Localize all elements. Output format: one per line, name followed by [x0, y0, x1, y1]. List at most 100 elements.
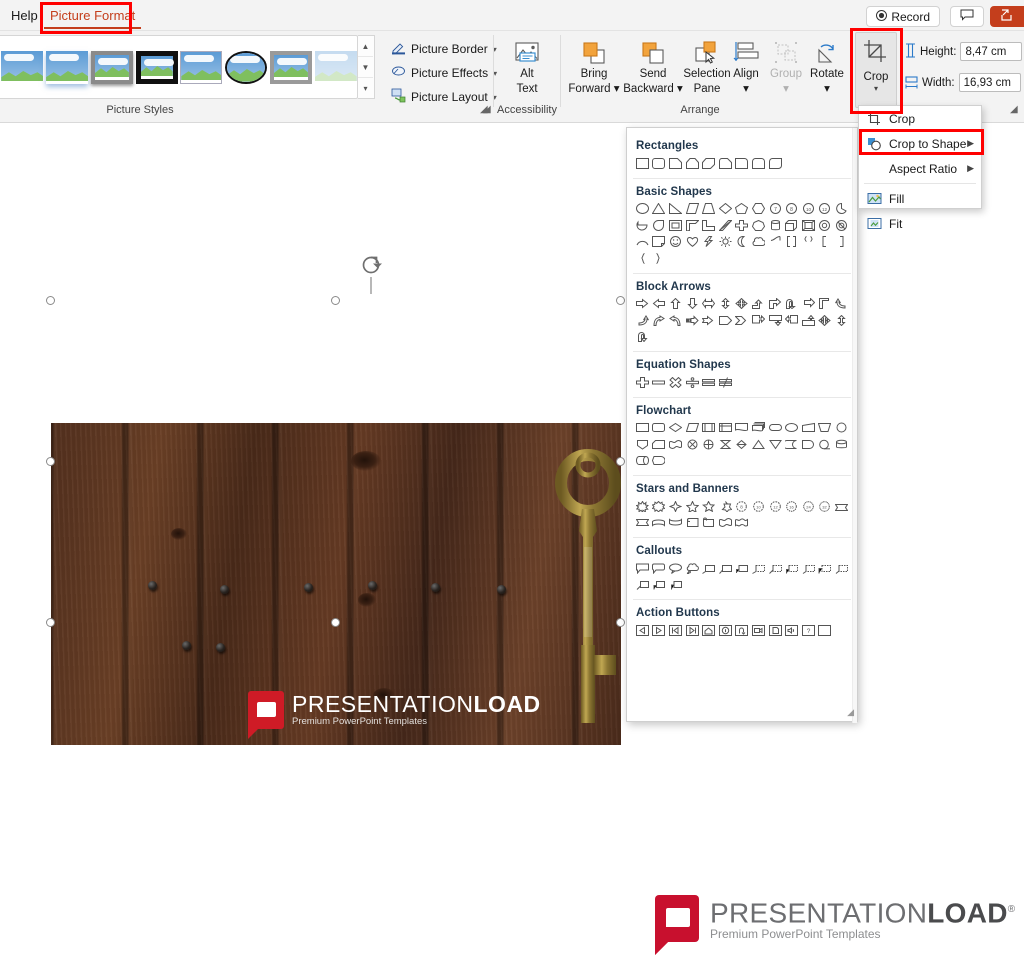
- shape-octagon[interactable]: 8: [783, 201, 800, 218]
- height-input[interactable]: 8,47 cm: [960, 42, 1022, 61]
- action-button-forward[interactable]: [651, 622, 668, 639]
- size-dialog-launcher[interactable]: ◢: [1010, 104, 1018, 115]
- picture-styles-scroll[interactable]: ▲ ▼ ▾: [358, 35, 375, 99]
- shape-arrow-curved-down[interactable]: [667, 312, 684, 329]
- shape-hexagon[interactable]: [750, 201, 767, 218]
- callout-oval[interactable]: [667, 560, 684, 577]
- shape-plus[interactable]: [634, 374, 651, 391]
- shape-right-brace[interactable]: [651, 250, 668, 267]
- menu-item-fill[interactable]: Fill: [859, 186, 981, 211]
- shape-left-right-arrow-callout[interactable]: [833, 312, 850, 329]
- callout-line-bar-3[interactable]: [667, 577, 684, 594]
- resize-handle-bottom-right[interactable]: [616, 618, 625, 627]
- shapes-row-block-arrows[interactable]: [627, 296, 857, 346]
- callout-rectangular[interactable]: [634, 560, 651, 577]
- shape-cross[interactable]: [734, 217, 751, 234]
- shape-arrow-curved-up[interactable]: [651, 312, 668, 329]
- flowchart-data[interactable]: [684, 420, 701, 437]
- shape-arrow-up[interactable]: [667, 296, 684, 313]
- callout-line-3[interactable]: [734, 560, 751, 577]
- flyout-resize-grip[interactable]: ◢: [847, 707, 853, 718]
- flyout-scroll-rail[interactable]: [852, 128, 857, 723]
- shape-down-arrow-callout[interactable]: [767, 312, 784, 329]
- flowchart-merge[interactable]: [767, 436, 784, 453]
- shape-snip-and-round-corner[interactable]: [717, 155, 734, 172]
- shape-teardrop[interactable]: [651, 217, 668, 234]
- callout-line-bar-2[interactable]: [651, 577, 668, 594]
- shape-half-frame[interactable]: [684, 217, 701, 234]
- shape-frame[interactable]: [667, 217, 684, 234]
- menu-item-crop-to-shape[interactable]: Crop to Shape ▶: [859, 131, 981, 156]
- picture-border-button[interactable]: Picture Border ▾: [387, 38, 501, 60]
- shape-star-16-point[interactable]: 16: [783, 498, 800, 515]
- action-button-end[interactable]: [684, 622, 701, 639]
- shape-cube[interactable]: [783, 217, 800, 234]
- flowchart-or[interactable]: [700, 436, 717, 453]
- flowchart-delay[interactable]: [800, 436, 817, 453]
- shape-decagon[interactable]: 10: [800, 201, 817, 218]
- rotate-handle[interactable]: [358, 256, 384, 300]
- resize-handle-top-left[interactable]: [46, 296, 55, 305]
- flowchart-stored-data[interactable]: [783, 436, 800, 453]
- shape-arrow-up-down[interactable]: [717, 296, 734, 313]
- flowchart-sort[interactable]: [734, 436, 751, 453]
- shape-bevel[interactable]: [800, 217, 817, 234]
- share-button[interactable]: [990, 6, 1024, 27]
- shapes-row-flowchart[interactable]: [627, 420, 857, 470]
- flowchart-manual-input[interactable]: [800, 420, 817, 437]
- shape-right-bracket[interactable]: [833, 234, 850, 251]
- flowchart-internal-storage[interactable]: [717, 420, 734, 437]
- flowchart-decision[interactable]: [667, 420, 684, 437]
- flowchart-connector[interactable]: [833, 420, 850, 437]
- shape-trapezoid[interactable]: [700, 201, 717, 218]
- callout-line-accent-2[interactable]: [767, 560, 784, 577]
- shape-arrow-notched-right[interactable]: [700, 312, 717, 329]
- callout-line-accent-3[interactable]: [783, 560, 800, 577]
- action-button-beginning[interactable]: [667, 622, 684, 639]
- shape-arrow-striped[interactable]: [684, 312, 701, 329]
- shape-wave[interactable]: [717, 515, 734, 532]
- shape-multiply[interactable]: [667, 374, 684, 391]
- action-button-movie[interactable]: [750, 622, 767, 639]
- flowchart-punched-tape[interactable]: [667, 436, 684, 453]
- resize-handle-top-right[interactable]: [616, 296, 625, 305]
- shape-star-6-point[interactable]: [700, 498, 717, 515]
- shapes-row-action-buttons[interactable]: ?: [627, 622, 857, 639]
- shape-folded-corner[interactable]: [651, 234, 668, 251]
- shape-horizontal-scroll[interactable]: [700, 515, 717, 532]
- shape-moon[interactable]: [734, 234, 751, 251]
- flowchart-document[interactable]: [734, 420, 751, 437]
- shape-rectangle[interactable]: [634, 155, 651, 172]
- shape-not-equal[interactable]: [717, 374, 734, 391]
- shape-regular-pentagon-alt[interactable]: [750, 217, 767, 234]
- shape-division[interactable]: [684, 374, 701, 391]
- shape-star-32-point[interactable]: 32: [817, 498, 834, 515]
- shape-right-triangle[interactable]: [667, 201, 684, 218]
- shape-up-ribbon[interactable]: [833, 498, 850, 515]
- picture-effects-button[interactable]: Picture Effects ▾: [387, 62, 501, 84]
- shape-square-brackets[interactable]: [783, 234, 800, 251]
- flowchart-sequential-access-storage[interactable]: [817, 436, 834, 453]
- comments-button[interactable]: [950, 6, 984, 27]
- accessibility-dialog-launcher[interactable]: ◢: [480, 104, 488, 115]
- shape-star-8-point[interactable]: 8: [734, 498, 751, 515]
- shape-arrow-right[interactable]: [634, 296, 651, 313]
- shape-lightning-bolt[interactable]: [700, 234, 717, 251]
- crop-button[interactable]: Crop ▾: [855, 32, 897, 108]
- gallery-more-icon[interactable]: ▾: [358, 78, 373, 99]
- flowchart-manual-operation[interactable]: [817, 420, 834, 437]
- shape-sun[interactable]: [717, 234, 734, 251]
- shape-circular-arrow[interactable]: [634, 329, 651, 346]
- shape-arrow-quad[interactable]: [734, 296, 751, 313]
- shape-arrow-bent-up[interactable]: [750, 296, 767, 313]
- callout-cloud[interactable]: [684, 560, 701, 577]
- shape-left-brace[interactable]: [634, 250, 651, 267]
- menu-item-aspect-ratio[interactable]: Aspect Ratio ▶: [859, 156, 981, 181]
- record-button[interactable]: Record: [866, 6, 940, 27]
- shape-right-arrow-callout[interactable]: [750, 312, 767, 329]
- shape-diagonal-stripe[interactable]: [717, 217, 734, 234]
- shape-round-diagonal-corner[interactable]: [767, 155, 784, 172]
- flowchart-summing-junction[interactable]: [684, 436, 701, 453]
- shape-pentagon-arrow[interactable]: [717, 312, 734, 329]
- resize-handle-middle-left[interactable]: [46, 457, 55, 466]
